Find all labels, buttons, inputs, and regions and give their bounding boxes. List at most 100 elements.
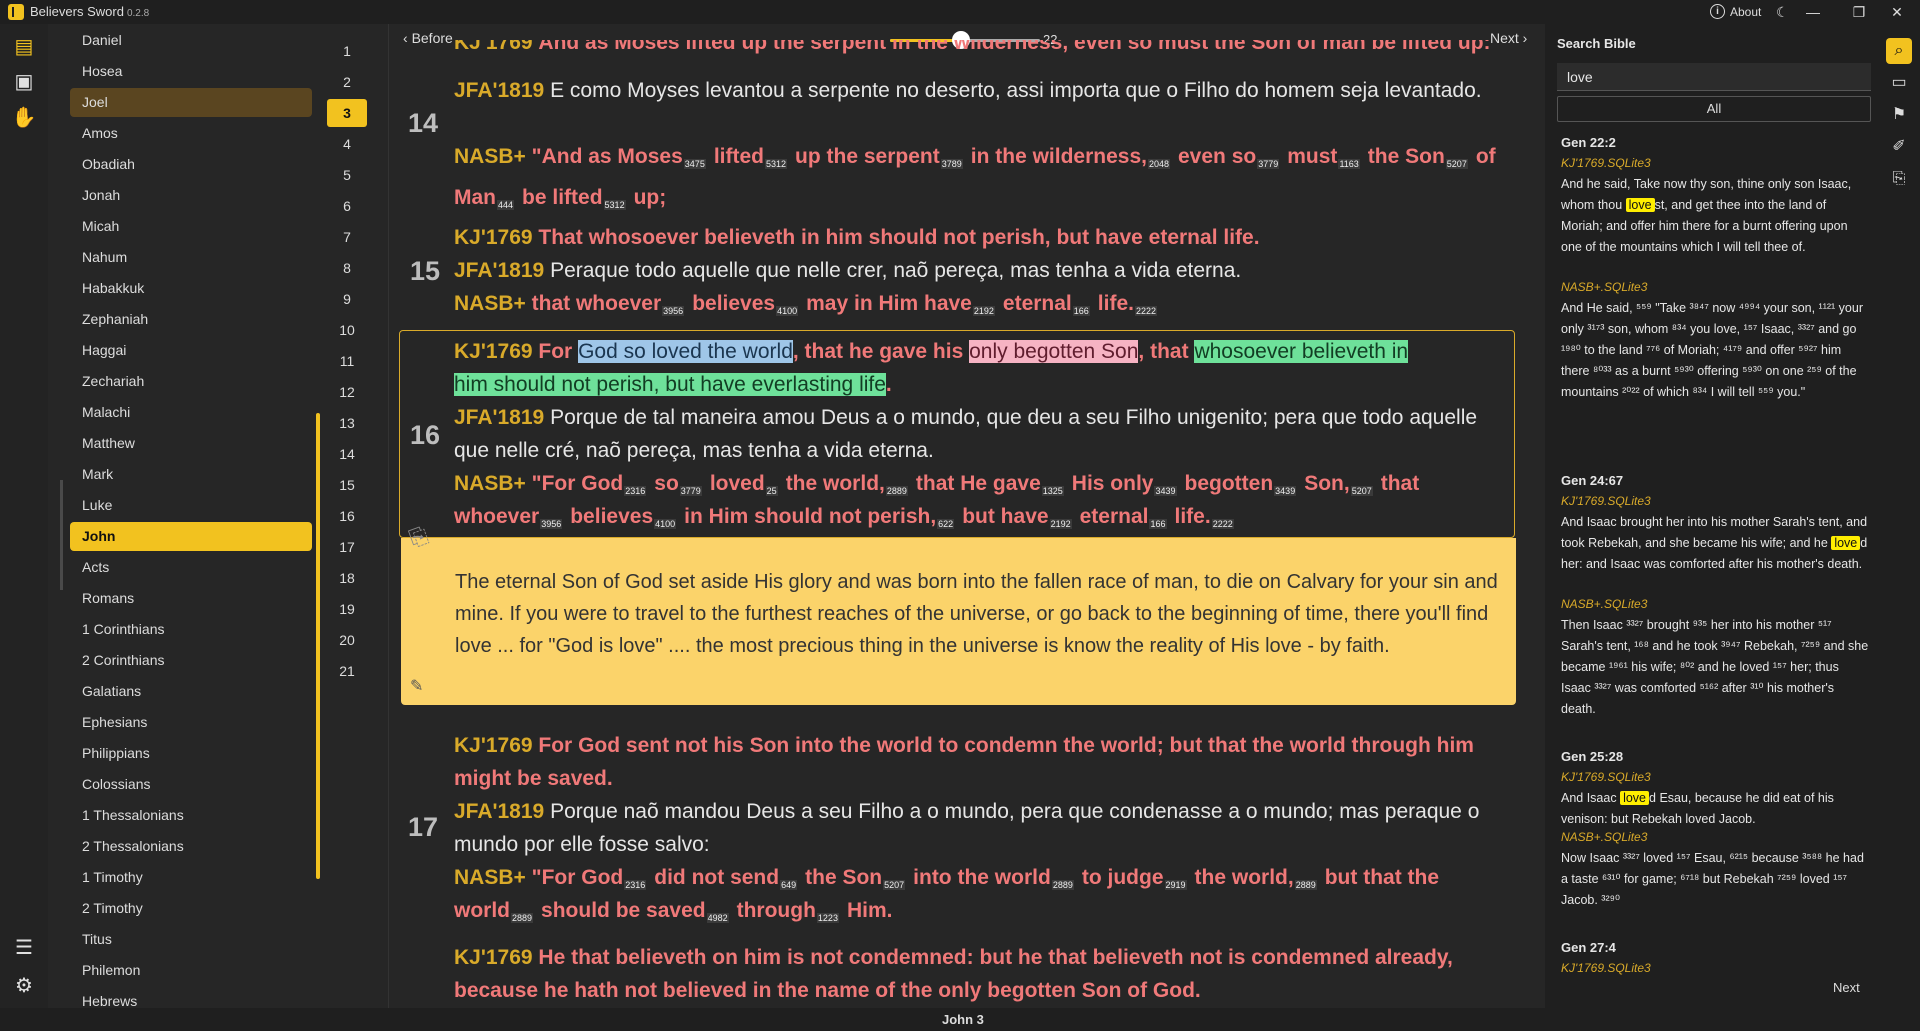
strongs-number[interactable]: 25 bbox=[765, 486, 778, 496]
nasb-word[interactable]: but that the bbox=[1325, 866, 1439, 889]
strongs-number[interactable]: 2889 bbox=[885, 486, 908, 496]
result-reference[interactable]: Gen 24:67 bbox=[1561, 473, 1623, 488]
chapter-item[interactable]: 7 bbox=[327, 223, 367, 251]
book-item[interactable]: Zephaniah bbox=[70, 305, 312, 334]
nasb-word[interactable]: believes bbox=[692, 292, 775, 315]
previous-chapter-button[interactable]: ‹ Before bbox=[403, 30, 453, 46]
nasb-word[interactable]: even so bbox=[1178, 145, 1256, 168]
highlight-blue[interactable]: God so loved the world bbox=[578, 340, 793, 363]
clip-icon[interactable]: ⎘ bbox=[1886, 166, 1912, 192]
strongs-number[interactable]: 3475 bbox=[683, 159, 706, 169]
highlight-green[interactable]: whosoever believeth in bbox=[1194, 340, 1409, 363]
close-button[interactable]: ✕ bbox=[1874, 0, 1920, 24]
chapter-item[interactable]: 5 bbox=[327, 161, 367, 189]
nasb-word[interactable]: up; bbox=[634, 186, 667, 209]
nasb-word[interactable]: be lifted bbox=[522, 186, 603, 209]
book-item[interactable]: Philemon bbox=[70, 956, 312, 985]
strongs-number[interactable]: 2919 bbox=[1164, 880, 1187, 890]
nasb-word[interactable]: but have bbox=[962, 505, 1048, 528]
chapter-item[interactable]: 6 bbox=[327, 192, 367, 220]
verse-17-kj[interactable]: KJ'1769 For God sent not his Son into th… bbox=[454, 729, 1504, 795]
chapter-item[interactable]: 13 bbox=[327, 409, 367, 437]
nasb-word[interactable]: to judge bbox=[1082, 866, 1164, 889]
chapter-item[interactable]: 3 bbox=[327, 99, 367, 127]
book-item[interactable]: Zechariah bbox=[70, 367, 312, 396]
nasb-word[interactable]: believes bbox=[570, 505, 653, 528]
nasb-word[interactable]: must bbox=[1287, 145, 1337, 168]
strongs-number[interactable]: 5312 bbox=[603, 200, 626, 210]
result-reference[interactable]: Gen 27:4 bbox=[1561, 940, 1616, 955]
verse-18-kj[interactable]: KJ'1769 He that believeth on him is not … bbox=[454, 941, 1504, 1007]
strongs-number[interactable]: 4100 bbox=[776, 306, 799, 316]
book-item[interactable]: Titus bbox=[70, 925, 312, 954]
nasb-word[interactable]: "For God bbox=[532, 472, 624, 495]
minimize-button[interactable]: — bbox=[1790, 0, 1836, 24]
verse-17-jfa[interactable]: JFA'1819 Porque naõ mandou Deus a seu Fi… bbox=[454, 795, 1504, 861]
strongs-number[interactable]: 2048 bbox=[1147, 159, 1170, 169]
nasb-word[interactable]: the Son bbox=[1368, 145, 1445, 168]
book-item[interactable]: Romans bbox=[70, 584, 312, 613]
nasb-word[interactable]: that bbox=[1381, 472, 1420, 495]
nasb-word[interactable]: in Him should not perish, bbox=[684, 505, 936, 528]
book-item[interactable]: Galatians bbox=[70, 677, 312, 706]
book-item[interactable]: Colossians bbox=[70, 770, 312, 799]
strongs-number[interactable]: 1163 bbox=[1338, 159, 1360, 169]
about-button[interactable]: i About bbox=[1710, 4, 1761, 19]
search-icon[interactable]: ⌕ bbox=[1886, 38, 1912, 64]
book-item[interactable]: Haggai bbox=[70, 336, 312, 365]
nasb-word[interactable]: so bbox=[654, 472, 679, 495]
chapter-item[interactable]: 14 bbox=[327, 440, 367, 468]
strongs-number[interactable]: 166 bbox=[1149, 519, 1167, 529]
chapter-item[interactable]: 2 bbox=[327, 68, 367, 96]
verse-16-nasb-cont[interactable]: whoever 3956 believes 4100 in Him should not… bbox=[454, 500, 1504, 541]
book-item[interactable]: John bbox=[70, 522, 312, 551]
nasb-word[interactable]: life. bbox=[1175, 505, 1211, 528]
book-item[interactable]: Habakkuk bbox=[70, 274, 312, 303]
nasb-word[interactable]: life. bbox=[1098, 292, 1134, 315]
strongs-number[interactable]: 5207 bbox=[883, 880, 906, 890]
chapter-item[interactable]: 15 bbox=[327, 471, 367, 499]
notes-icon[interactable]: ▭ bbox=[1886, 70, 1912, 96]
book-item[interactable]: Philippians bbox=[70, 739, 312, 768]
nasb-word[interactable]: that He gave bbox=[916, 472, 1041, 495]
strongs-number[interactable]: 5312 bbox=[765, 159, 788, 169]
strongs-number[interactable]: 3779 bbox=[679, 486, 702, 496]
edit-note-icon[interactable]: ✎ bbox=[410, 676, 428, 695]
book-item[interactable]: Obadiah bbox=[70, 150, 312, 179]
strongs-number[interactable]: 3439 bbox=[1274, 486, 1297, 496]
book-item[interactable]: Luke bbox=[70, 491, 312, 520]
nasb-word[interactable]: should be saved bbox=[541, 899, 706, 922]
verse-15-nasb[interactable]: NASB+ that whoever 3956 believes 4100 may in… bbox=[454, 287, 1504, 328]
book-item[interactable]: Nahum bbox=[70, 243, 312, 272]
nasb-word[interactable]: into the world bbox=[913, 866, 1051, 889]
highlight-icon[interactable]: ✐ bbox=[1886, 134, 1912, 160]
book-item[interactable]: 2 Corinthians bbox=[70, 646, 312, 675]
strongs-number[interactable]: 2316 bbox=[624, 486, 647, 496]
nasb-word[interactable]: "And as Moses bbox=[532, 145, 683, 168]
strongs-number[interactable]: 4982 bbox=[706, 913, 729, 923]
strongs-number[interactable]: 622 bbox=[937, 519, 955, 529]
chapter-item[interactable]: 10 bbox=[327, 316, 367, 344]
strongs-number[interactable]: 166 bbox=[1072, 306, 1090, 316]
nasb-word[interactable]: Son, bbox=[1304, 472, 1350, 495]
strongs-number[interactable]: 1223 bbox=[816, 913, 839, 923]
strongs-number[interactable]: 2889 bbox=[511, 913, 534, 923]
book-item[interactable]: Mark bbox=[70, 460, 312, 489]
strongs-number[interactable]: 4100 bbox=[654, 519, 677, 529]
nasb-word[interactable]: that whoever bbox=[532, 292, 662, 315]
bookmark-icon[interactable]: ⚑ bbox=[1886, 102, 1912, 128]
nasb-word[interactable]: lifted bbox=[714, 145, 764, 168]
search-scope-select[interactable]: All bbox=[1557, 96, 1871, 122]
book-list-scrollbar[interactable] bbox=[60, 480, 63, 590]
chapter-item[interactable]: 12 bbox=[327, 378, 367, 406]
chapter-item[interactable]: 16 bbox=[327, 502, 367, 530]
chapter-item[interactable]: 17 bbox=[327, 533, 367, 561]
strongs-number[interactable]: 3789 bbox=[940, 159, 963, 169]
profile-list-icon[interactable]: ☰ bbox=[10, 934, 38, 962]
book-item[interactable]: Micah bbox=[70, 212, 312, 241]
strongs-number[interactable]: 2192 bbox=[972, 306, 995, 316]
nasb-word[interactable]: may in Him have bbox=[806, 292, 972, 315]
strongs-number[interactable]: 2889 bbox=[1294, 880, 1317, 890]
chapter-list-scrollbar[interactable] bbox=[316, 413, 320, 879]
strongs-number[interactable]: 3956 bbox=[662, 306, 685, 316]
